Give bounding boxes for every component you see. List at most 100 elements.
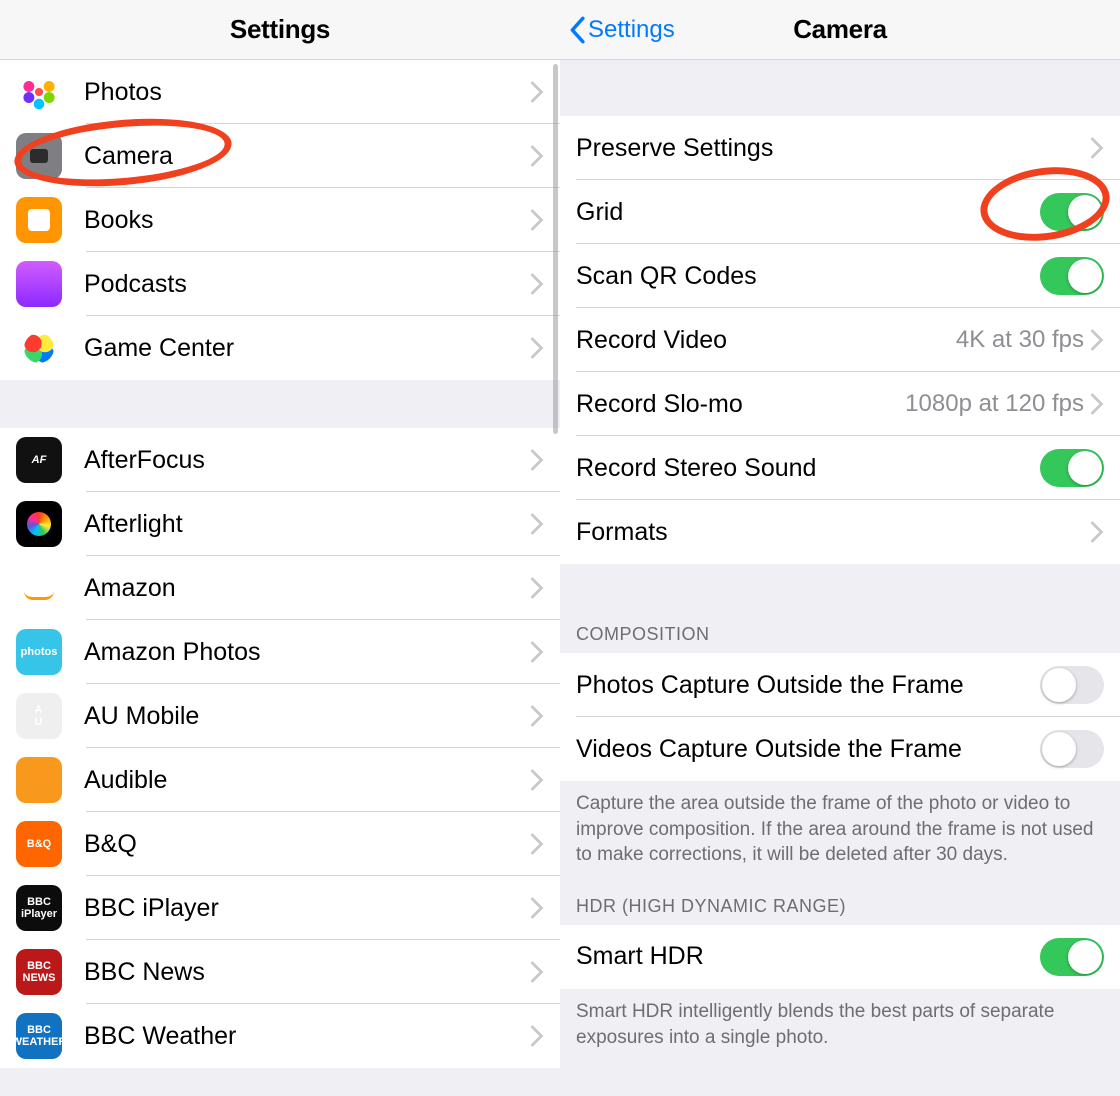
chevron-right-icon [530, 337, 544, 359]
books-icon [16, 197, 62, 243]
chevron-right-icon [530, 513, 544, 535]
row-label: Camera [84, 142, 530, 171]
podcasts-icon [16, 261, 62, 307]
videos-outside-toggle[interactable] [1040, 730, 1104, 768]
row-label: Smart HDR [576, 942, 1040, 971]
bbcnews-icon: BBC NEWS [16, 949, 62, 995]
settings-item-amazon[interactable]: amazon Amazon [0, 556, 560, 620]
chevron-right-icon [530, 145, 544, 167]
section-gap [560, 60, 1120, 116]
stereo-sound-row: Record Stereo Sound [560, 436, 1120, 500]
chevron-right-icon [1090, 393, 1104, 415]
afterlight-icon [16, 501, 62, 547]
settings-item-afterfocus[interactable]: AF AfterFocus [0, 428, 560, 492]
third-party-group: AF AfterFocus Afterlight amazon Amazon p… [0, 428, 560, 1068]
row-label: AU Mobile [84, 702, 530, 731]
camera-main-group: Preserve Settings Grid Scan QR Codes Rec… [560, 116, 1120, 564]
scan-qr-toggle[interactable] [1040, 257, 1104, 295]
settings-item-bbcnews[interactable]: BBC NEWS BBC News [0, 940, 560, 1004]
aumobile-icon: A U [16, 693, 62, 739]
photos-icon [16, 69, 62, 115]
smart-hdr-toggle[interactable] [1040, 938, 1104, 976]
settings-item-bbcweather[interactable]: BBC WEATHER BBC Weather [0, 1004, 560, 1068]
row-label: Amazon [84, 574, 530, 603]
settings-item-gamecenter[interactable]: Game Center [0, 316, 560, 380]
row-label: Preserve Settings [576, 134, 1090, 163]
hdr-group: Smart HDR [560, 925, 1120, 989]
settings-item-afterlight[interactable]: Afterlight [0, 492, 560, 556]
chevron-left-icon [568, 16, 586, 44]
composition-footer: Capture the area outside the frame of th… [560, 781, 1120, 890]
chevron-right-icon [530, 769, 544, 791]
chevron-right-icon [530, 897, 544, 919]
photos-outside-row: Photos Capture Outside the Frame [560, 653, 1120, 717]
chevron-right-icon [530, 1025, 544, 1047]
photos-outside-toggle[interactable] [1040, 666, 1104, 704]
chevron-right-icon [530, 961, 544, 983]
row-label: Afterlight [84, 510, 530, 539]
chevron-right-icon [1090, 329, 1104, 351]
afterfocus-icon: AF [16, 437, 62, 483]
hdr-footer: Smart HDR intelligently blends the best … [560, 989, 1120, 1072]
settings-item-books[interactable]: Books [0, 188, 560, 252]
settings-item-camera[interactable]: Camera [0, 124, 560, 188]
settings-item-bandq[interactable]: B&Q B&Q [0, 812, 560, 876]
row-label: BBC iPlayer [84, 894, 530, 923]
bbciplayer-icon: BBC iPlayer [16, 885, 62, 931]
scan-qr-row: Scan QR Codes [560, 244, 1120, 308]
scroll-indicator[interactable] [553, 64, 558, 434]
settings-item-audible[interactable]: Audible [0, 748, 560, 812]
back-label: Settings [588, 16, 675, 44]
settings-pane: Settings Photos Camera Books Podcasts [0, 0, 560, 1096]
formats-row[interactable]: Formats [560, 500, 1120, 564]
record-video-row[interactable]: Record Video 4K at 30 fps [560, 308, 1120, 372]
settings-item-bbciplayer[interactable]: BBC iPlayer BBC iPlayer [0, 876, 560, 940]
camera-title: Camera [793, 14, 887, 45]
settings-item-podcasts[interactable]: Podcasts [0, 252, 560, 316]
row-label: BBC Weather [84, 1022, 530, 1051]
row-label: Grid [576, 198, 1040, 227]
bandq-icon: B&Q [16, 821, 62, 867]
row-label: Amazon Photos [84, 638, 530, 667]
chevron-right-icon [530, 81, 544, 103]
settings-item-aumobile[interactable]: A U AU Mobile [0, 684, 560, 748]
composition-group: Photos Capture Outside the Frame Videos … [560, 653, 1120, 781]
settings-item-photos[interactable]: Photos [0, 60, 560, 124]
videos-outside-row: Videos Capture Outside the Frame [560, 717, 1120, 781]
hdr-header: HDR (HIGH DYNAMIC RANGE) [560, 890, 1120, 925]
row-detail: 1080p at 120 fps [905, 390, 1084, 418]
row-label: B&Q [84, 830, 530, 859]
row-label: Videos Capture Outside the Frame [576, 735, 1040, 764]
preserve-settings-row[interactable]: Preserve Settings [560, 116, 1120, 180]
camera-icon [16, 133, 62, 179]
row-label: AfterFocus [84, 446, 530, 475]
back-button[interactable]: Settings [568, 0, 675, 59]
row-label: Record Video [576, 326, 956, 355]
composition-header: COMPOSITION [560, 564, 1120, 653]
amazon-icon: amazon [16, 565, 62, 611]
row-label: Books [84, 206, 530, 235]
row-label: Podcasts [84, 270, 530, 299]
chevron-right-icon [530, 641, 544, 663]
chevron-right-icon [1090, 521, 1104, 543]
record-slomo-row[interactable]: Record Slo-mo 1080p at 120 fps [560, 372, 1120, 436]
row-detail: 4K at 30 fps [956, 326, 1084, 354]
chevron-right-icon [530, 449, 544, 471]
row-label: Scan QR Codes [576, 262, 1040, 291]
bbcweather-icon: BBC WEATHER [16, 1013, 62, 1059]
grid-row: Grid [560, 180, 1120, 244]
audible-icon [16, 757, 62, 803]
row-label: Photos [84, 78, 530, 107]
grid-toggle[interactable] [1040, 193, 1104, 231]
chevron-right-icon [530, 273, 544, 295]
settings-item-amazonphotos[interactable]: photos Amazon Photos [0, 620, 560, 684]
camera-navbar: Settings Camera [560, 0, 1120, 60]
row-label: Photos Capture Outside the Frame [576, 671, 1040, 700]
stereo-toggle[interactable] [1040, 449, 1104, 487]
smart-hdr-row: Smart HDR [560, 925, 1120, 989]
system-apps-group: Photos Camera Books Podcasts Game Center [0, 60, 560, 380]
row-label: Record Stereo Sound [576, 454, 1040, 483]
settings-navbar: Settings [0, 0, 560, 60]
chevron-right-icon [530, 209, 544, 231]
row-label: Record Slo-mo [576, 390, 905, 419]
